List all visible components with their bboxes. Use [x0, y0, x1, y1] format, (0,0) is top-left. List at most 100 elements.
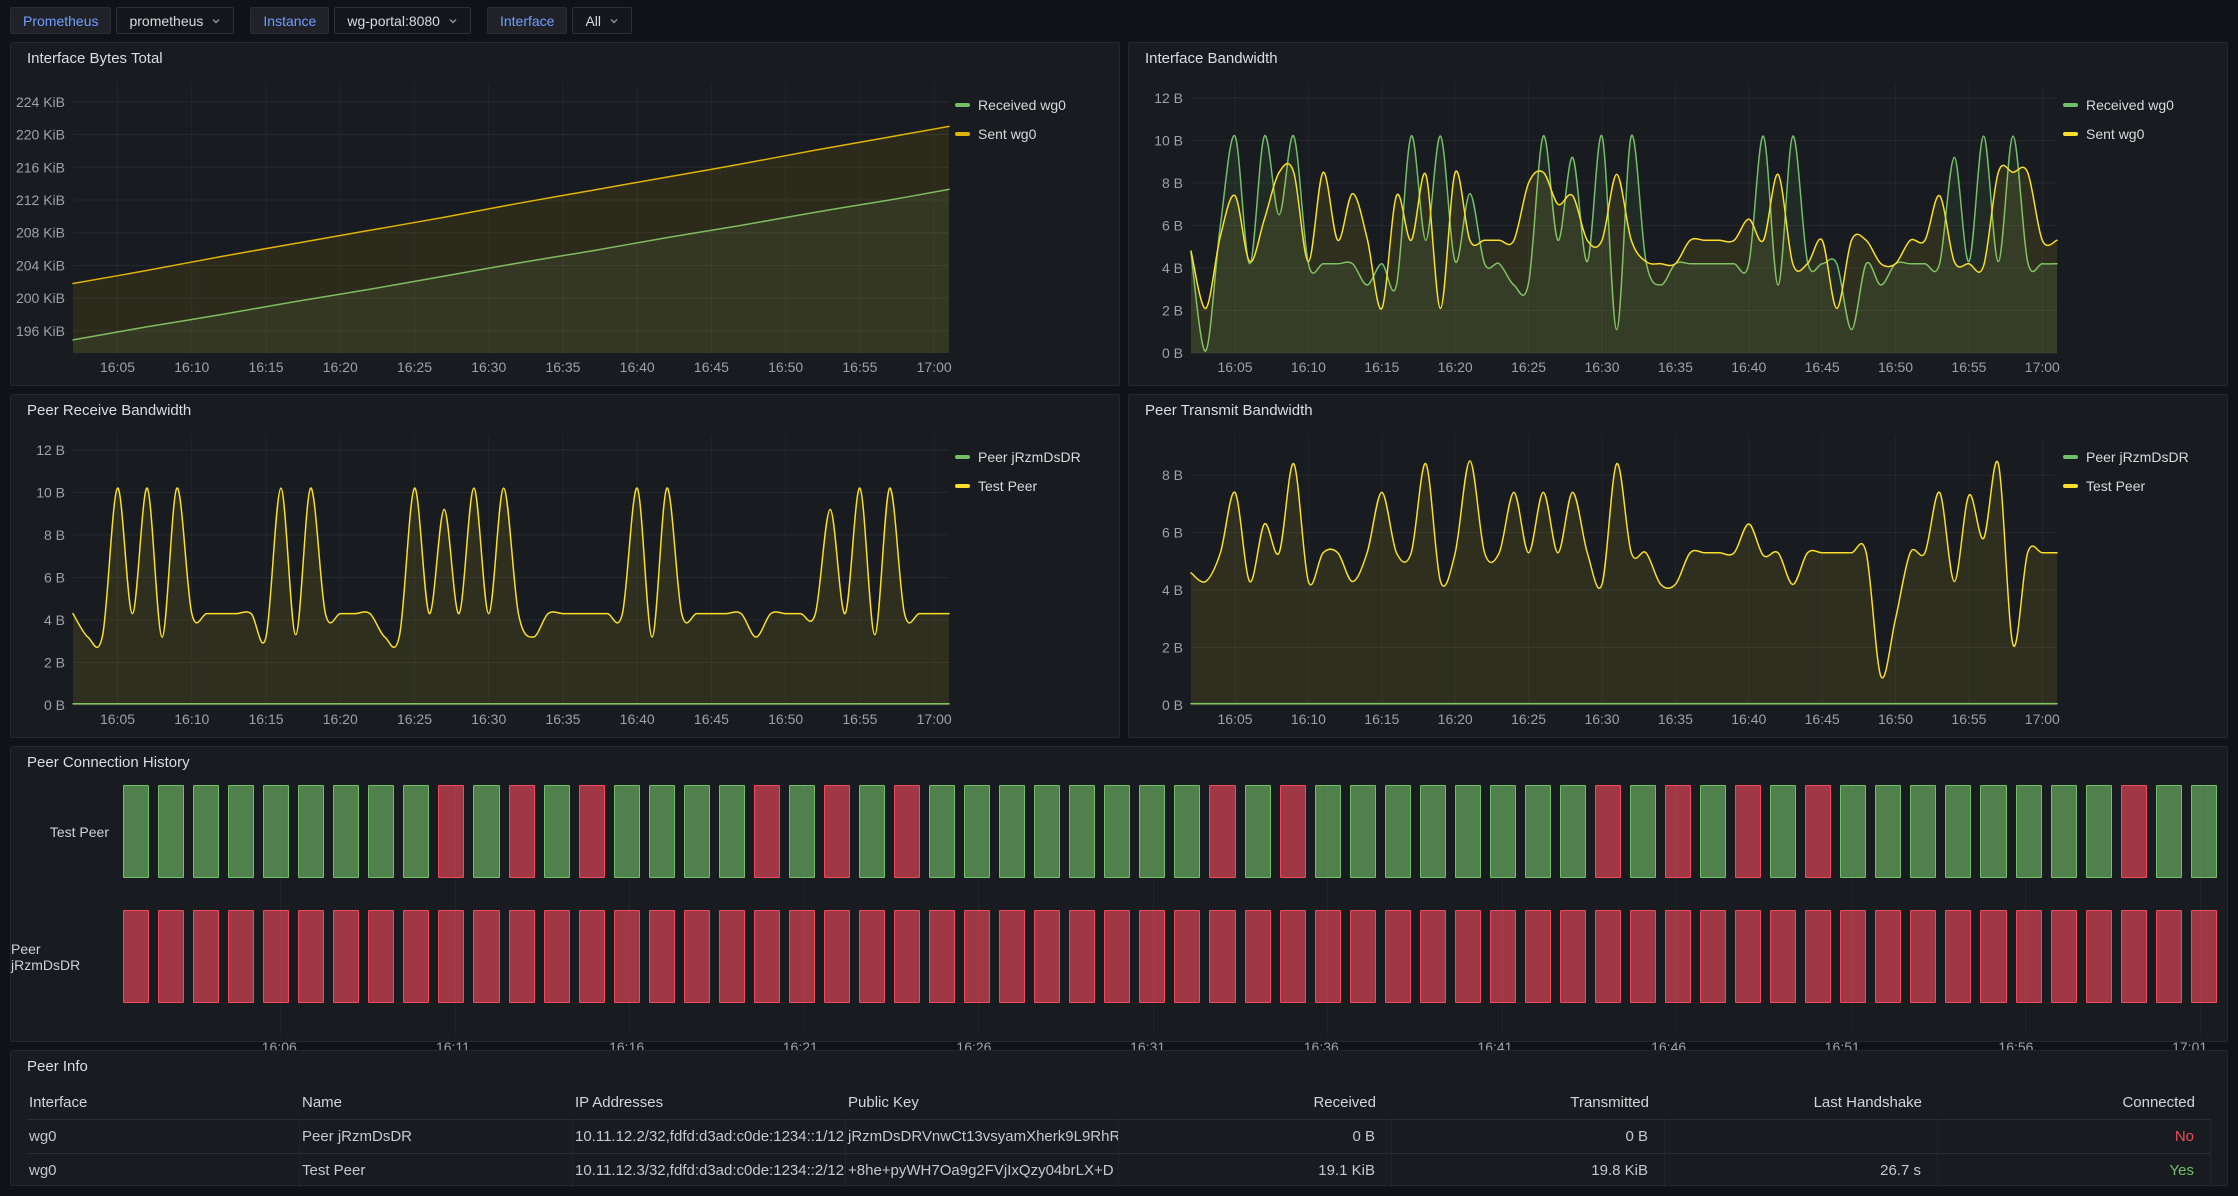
y-axis-tick-label: 204 KiB — [16, 257, 65, 273]
variable-value-instance[interactable]: wg-portal:8080 — [334, 7, 471, 34]
status-cell — [473, 785, 499, 878]
status-cell — [2121, 910, 2147, 1003]
status-cell — [929, 785, 955, 878]
panel-title[interactable]: Peer Connection History — [11, 747, 2227, 777]
status-cell — [859, 910, 885, 1003]
status-bars — [123, 785, 2217, 878]
x-axis-tick-label: 17:00 — [917, 359, 952, 375]
status-row: Test Peer — [11, 785, 2217, 878]
x-axis-tick-label: 16:10 — [1291, 359, 1326, 375]
legend-series-label: Sent wg0 — [978, 126, 1036, 142]
status-cell — [2016, 910, 2042, 1003]
table-column-header[interactable]: Name — [300, 1085, 573, 1119]
legend-series-color — [2063, 484, 2078, 488]
status-cell — [1945, 910, 1971, 1003]
y-axis-tick-label: 2 B — [1162, 302, 1183, 318]
time-series-chart: 0 B2 B4 B6 B8 B10 B12 B16:0516:1016:1516… — [15, 425, 955, 731]
chart-legend: Peer jRzmDsDR Test Peer — [955, 425, 1113, 731]
x-axis-tick-label: 16:35 — [1658, 711, 1693, 727]
table-column-header[interactable]: Interface — [27, 1085, 300, 1119]
variable-interface: Interface All — [487, 7, 632, 34]
status-cell — [859, 785, 885, 878]
y-axis-tick-label: 0 B — [44, 697, 65, 713]
variable-value-prometheus[interactable]: prometheus — [116, 7, 234, 34]
table-column-header[interactable]: IP Addresses — [573, 1085, 846, 1119]
status-cell — [579, 910, 605, 1003]
panel-title[interactable]: Peer Transmit Bandwidth — [1129, 395, 2227, 425]
legend-item[interactable]: Sent wg0 — [955, 126, 1113, 142]
legend-item[interactable]: Test Peer — [2063, 478, 2221, 494]
status-cell — [1245, 910, 1271, 1003]
legend-item[interactable]: Peer jRzmDsDR — [2063, 449, 2221, 465]
legend-series-label: Received wg0 — [2086, 97, 2174, 113]
status-history-body: Test PeerPeer jRzmDsDR16:0616:1116:1616:… — [11, 777, 2227, 1057]
y-axis-tick-label: 10 B — [36, 484, 65, 500]
legend-series-label: Peer jRzmDsDR — [978, 449, 1081, 465]
panel-title[interactable]: Peer Info — [11, 1051, 2227, 1081]
status-cell — [649, 910, 675, 1003]
legend-item[interactable]: Received wg0 — [2063, 97, 2221, 113]
x-axis-tick-label: 16:15 — [248, 359, 283, 375]
legend-series-color — [955, 103, 970, 107]
status-cell — [1069, 910, 1095, 1003]
status-cell — [1595, 910, 1621, 1003]
status-cell — [719, 910, 745, 1003]
status-cell — [298, 785, 324, 878]
panel-peer-receive-bandwidth: Peer Receive Bandwidth 0 B2 B4 B6 B8 B10… — [10, 394, 1120, 738]
status-cell — [403, 785, 429, 878]
table-column-header[interactable]: Transmitted — [1392, 1085, 1665, 1119]
status-cell — [1455, 910, 1481, 1003]
status-cell — [1945, 785, 1971, 878]
table-cell: 0 B — [1392, 1119, 1665, 1153]
status-cell — [614, 785, 640, 878]
status-cell — [263, 910, 289, 1003]
status-cell — [789, 910, 815, 1003]
status-cell — [1490, 910, 1516, 1003]
table-column-header[interactable]: Received — [1119, 1085, 1392, 1119]
variable-label-instance: Instance — [250, 7, 329, 34]
y-axis-tick-label: 196 KiB — [16, 323, 65, 339]
status-cell — [579, 785, 605, 878]
y-axis-tick-label: 4 B — [44, 612, 65, 628]
x-axis-tick-label: 16:55 — [842, 359, 877, 375]
status-row: Peer jRzmDsDR — [11, 910, 2217, 1003]
panel-title[interactable]: Peer Receive Bandwidth — [11, 395, 1119, 425]
y-axis-tick-label: 8 B — [1162, 467, 1183, 483]
table-column-header[interactable]: Public Key — [846, 1085, 1119, 1119]
panel-peer-connection-history: Peer Connection History Test Peer Peer jR… — [10, 746, 2228, 1042]
x-axis-tick-label: 16:35 — [545, 711, 580, 727]
y-axis-tick-label: 224 KiB — [16, 94, 65, 110]
status-cell — [1840, 785, 1866, 878]
status-cell — [1700, 785, 1726, 878]
legend-item[interactable]: Test Peer — [955, 478, 1113, 494]
x-axis-tick-label: 16:10 — [174, 359, 209, 375]
y-axis-tick-label: 6 B — [1162, 525, 1183, 541]
status-cell — [2051, 910, 2077, 1003]
y-axis-tick-label: 8 B — [44, 527, 65, 543]
table-cell: 10.11.12.2/32,fdfd:d3ad:c0de:1234::1/128 — [573, 1119, 846, 1153]
x-axis-tick-label: 16:15 — [248, 711, 283, 727]
variable-value-interface[interactable]: All — [572, 7, 632, 34]
panel-title[interactable]: Interface Bytes Total — [11, 43, 1119, 73]
legend-item[interactable]: Peer jRzmDsDR — [955, 449, 1113, 465]
status-cell — [509, 910, 535, 1003]
status-cell — [1315, 785, 1341, 878]
y-axis-tick-label: 10 B — [1154, 132, 1183, 148]
table-column-header[interactable]: Connected — [1938, 1085, 2211, 1119]
table-column-header[interactable]: Last Handshake — [1665, 1085, 1938, 1119]
x-axis-tick-label: 17:00 — [2025, 711, 2060, 727]
panel-title[interactable]: Interface Bandwidth — [1129, 43, 2227, 73]
legend-item[interactable]: Received wg0 — [955, 97, 1113, 113]
status-cell — [1490, 785, 1516, 878]
status-cell — [1735, 785, 1761, 878]
table-cell: jRzmDsDRVnwCt13vsyamXherk9L9RhR — [846, 1119, 1119, 1153]
chevron-down-icon — [211, 16, 221, 26]
x-axis-tick-label: 16:10 — [174, 711, 209, 727]
x-axis-tick-label: 16:55 — [842, 711, 877, 727]
status-cell — [1525, 910, 1551, 1003]
legend-series-label: Sent wg0 — [2086, 126, 2144, 142]
legend-item[interactable]: Sent wg0 — [2063, 126, 2221, 142]
status-cell — [1350, 785, 1376, 878]
status-cell — [158, 785, 184, 878]
status-cell — [1700, 910, 1726, 1003]
